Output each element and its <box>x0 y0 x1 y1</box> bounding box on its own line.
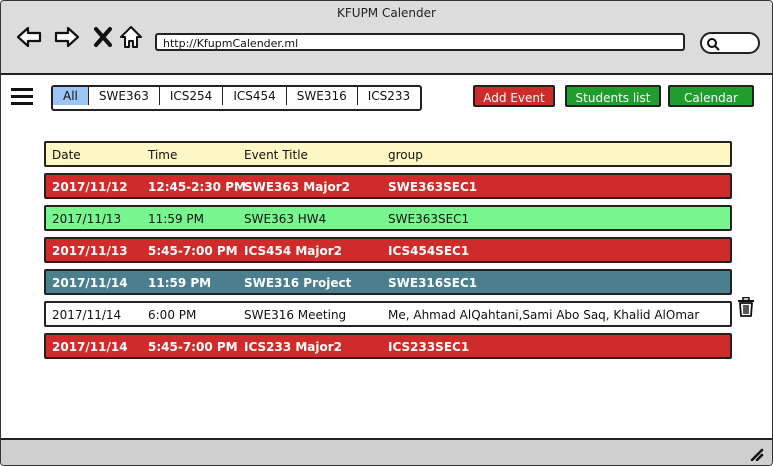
window-title: KFUPM Calender <box>337 6 436 20</box>
header-date: Date <box>52 148 81 162</box>
browser-chrome: KFUPM Calender http://KfupmCalender.ml <box>1 1 772 75</box>
events-table: Date Time Event Title group 2017/11/12 1… <box>44 141 732 365</box>
cell-group: SWE363SEC1 <box>388 180 478 194</box>
filter-tabs: All SWE363 ICS254 ICS454 SWE316 ICS233 <box>51 85 423 111</box>
home-icon[interactable] <box>118 23 146 51</box>
cell-title: SWE316 Meeting <box>244 308 347 322</box>
status-bar <box>1 438 772 465</box>
header-time: Time <box>148 148 178 162</box>
cell-title: SWE363 Major2 <box>244 180 350 194</box>
cell-time: 11:59 PM <box>148 276 212 290</box>
cell-group: ICS233SEC1 <box>388 340 470 354</box>
cell-time: 6:00 PM <box>148 308 197 322</box>
tab-ics254[interactable]: ICS254 <box>160 87 224 105</box>
search-icon <box>707 38 720 51</box>
cell-time: 12:45-2:30 PM <box>148 180 246 194</box>
tab-swe316[interactable]: SWE316 <box>287 87 358 105</box>
students-list-button[interactable]: Students list <box>565 85 661 107</box>
cell-date: 2017/11/13 <box>52 244 128 258</box>
hamburger-menu-icon[interactable] <box>11 87 33 105</box>
url-bar[interactable]: http://KfupmCalender.ml <box>155 33 685 51</box>
table-row[interactable]: 2017/11/14 6:00 PM SWE316 Meeting Me, Ah… <box>44 301 732 327</box>
cell-date: 2017/11/14 <box>52 276 128 290</box>
cell-title: SWE363 HW4 <box>244 212 327 226</box>
cell-group: SWE363SEC1 <box>388 212 470 226</box>
search-box[interactable] <box>700 32 760 54</box>
trash-icon[interactable] <box>737 297 755 317</box>
cell-date: 2017/11/12 <box>52 180 128 194</box>
cell-group: SWE316SEC1 <box>388 276 478 290</box>
header-group: group <box>388 148 423 162</box>
tab-all[interactable]: All <box>53 87 89 105</box>
browser-window: KFUPM Calender http://KfupmCalender.ml A… <box>0 0 773 466</box>
calendar-button[interactable]: Calendar <box>668 85 754 107</box>
table-header-row: Date Time Event Title group <box>44 141 732 167</box>
cell-date: 2017/11/14 <box>52 340 128 354</box>
back-arrow-icon[interactable] <box>15 23 43 51</box>
close-x-icon[interactable] <box>90 23 118 51</box>
cell-group: Me, Ahmad AlQahtani,Sami Abo Saq, Khalid… <box>388 308 700 322</box>
table-row[interactable]: 2017/11/14 11:59 PM SWE316 Project SWE31… <box>44 269 732 295</box>
cell-time: 5:45-7:00 PM <box>148 244 238 258</box>
table-row[interactable]: 2017/11/12 12:45-2:30 PM SWE363 Major2 S… <box>44 173 732 199</box>
table-row[interactable]: 2017/11/13 5:45-7:00 PM ICS454 Major2 IC… <box>44 237 732 263</box>
cell-title: ICS454 Major2 <box>244 244 343 258</box>
forward-arrow-icon[interactable] <box>53 23 81 51</box>
cell-date: 2017/11/13 <box>52 212 122 226</box>
cell-time: 11:59 PM <box>148 212 204 226</box>
cell-date: 2017/11/14 <box>52 308 122 322</box>
tab-ics233[interactable]: ICS233 <box>358 87 420 105</box>
tab-ics454[interactable]: ICS454 <box>223 87 287 105</box>
tab-swe363[interactable]: SWE363 <box>89 87 160 105</box>
cell-time: 5:45-7:00 PM <box>148 340 238 354</box>
header-event-title: Event Title <box>244 148 308 162</box>
table-row[interactable]: 2017/11/14 5:45-7:00 PM ICS233 Major2 IC… <box>44 333 732 359</box>
cell-title: SWE316 Project <box>244 276 352 290</box>
resize-grip-icon[interactable] <box>749 447 765 461</box>
add-event-button[interactable]: Add Event <box>473 85 555 107</box>
table-row[interactable]: 2017/11/13 11:59 PM SWE363 HW4 SWE363SEC… <box>44 205 732 231</box>
cell-group: ICS454SEC1 <box>388 244 470 258</box>
cell-title: ICS233 Major2 <box>244 340 343 354</box>
